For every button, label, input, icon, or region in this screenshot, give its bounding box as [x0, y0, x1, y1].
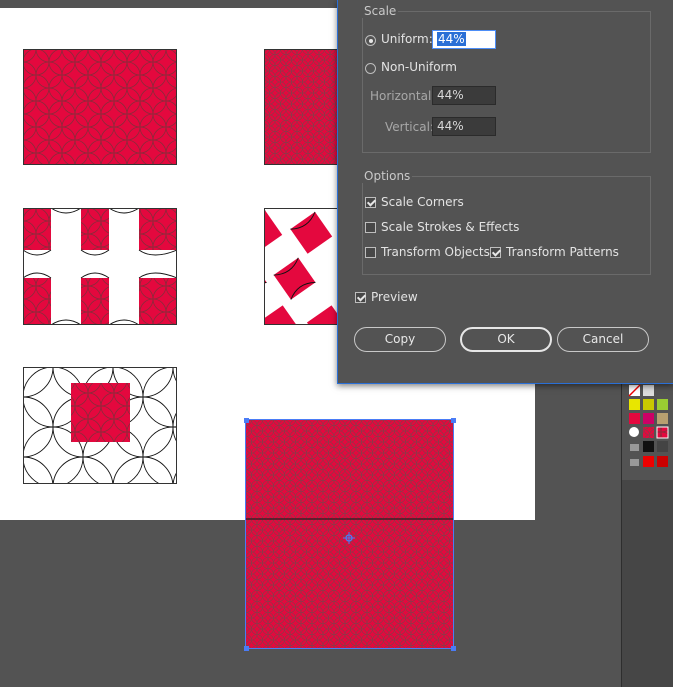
preview-label: Preview [371, 290, 418, 304]
selection-handle-top-right[interactable] [451, 418, 456, 423]
transform-patterns-checkbox[interactable] [490, 247, 501, 258]
copy-button[interactable]: Copy [354, 327, 446, 352]
non-uniform-radio[interactable] [365, 63, 376, 74]
scale-group-title: Scale [362, 4, 399, 18]
selection-handle-bottom-right[interactable] [451, 646, 456, 651]
transform-patterns-label: Transform Patterns [506, 245, 619, 259]
options-group-title: Options [362, 169, 413, 183]
scale-dialog[interactable]: Scale Uniform: 44% Non-Uniform Horizonta… [337, 0, 673, 384]
scale-strokes-checkbox[interactable] [365, 222, 376, 233]
scale-corners-checkbox[interactable] [365, 197, 376, 208]
uniform-radio[interactable] [365, 35, 376, 46]
horizontal-label: Horizontal: [370, 89, 436, 103]
scale-corners-label: Scale Corners [381, 195, 464, 209]
swatches-grid [622, 380, 673, 480]
vertical-label: Vertical: [385, 120, 434, 134]
pattern-swatch-rotated[interactable] [264, 208, 337, 325]
uniform-input[interactable]: 44% [432, 30, 496, 49]
non-uniform-label: Non-Uniform [381, 60, 457, 74]
horizontal-input[interactable]: 44% [432, 86, 496, 105]
pattern-swatch-large[interactable] [23, 49, 177, 165]
selection-handle-bottom-left[interactable] [244, 646, 249, 651]
selected-pattern-object[interactable] [245, 419, 454, 649]
ok-button[interactable]: OK [460, 327, 552, 352]
scale-strokes-label: Scale Strokes & Effects [381, 220, 520, 234]
selection-handle-top-left[interactable] [244, 418, 249, 423]
crosshair-icon[interactable] [343, 529, 355, 544]
transform-objects-label: Transform Objects [381, 245, 490, 259]
pattern-swatch-outline[interactable] [23, 367, 177, 484]
uniform-input-value: 44% [437, 32, 466, 46]
cancel-button[interactable]: Cancel [557, 327, 649, 352]
pattern-swatch-bands[interactable] [23, 208, 177, 325]
preview-checkbox[interactable] [355, 292, 366, 303]
pattern-swatch-small[interactable] [264, 49, 337, 165]
uniform-label: Uniform: [381, 32, 433, 46]
transform-objects-checkbox[interactable] [365, 247, 376, 258]
vertical-input[interactable]: 44% [432, 117, 496, 136]
